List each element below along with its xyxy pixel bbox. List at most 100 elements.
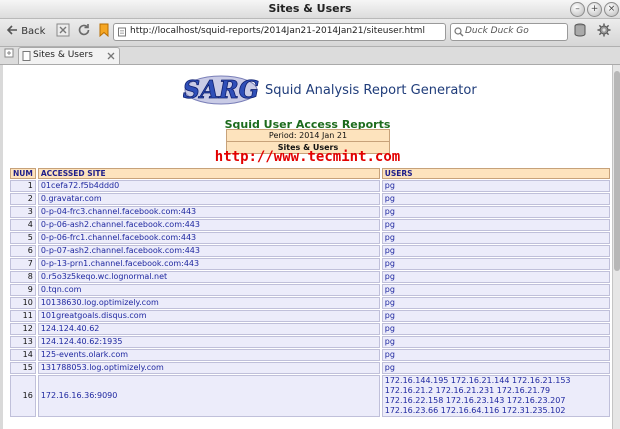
row-number: 3: [10, 206, 36, 218]
bookmark-button[interactable]: [98, 23, 110, 41]
user-link[interactable]: pg: [385, 207, 395, 216]
site-link[interactable]: 0.tqn.com: [41, 285, 82, 294]
row-site-cell: 0.tqn.com: [37, 284, 380, 296]
row-users-cell: pg: [381, 258, 610, 270]
user-link[interactable]: pg: [385, 324, 395, 333]
navigation-toolbar: Back http://localhost/squid-reports/2014…: [0, 19, 620, 47]
site-link[interactable]: 101greatgoals.disqus.com: [41, 311, 147, 320]
row-users-cell: 172.16.144.195 172.16.21.144 172.16.21.1…: [381, 375, 610, 417]
site-link[interactable]: 124.124.40.62:1935: [41, 337, 123, 346]
row-number: 15: [10, 362, 36, 374]
row-number: 9: [10, 284, 36, 296]
row-users-cell: pg: [381, 297, 610, 309]
site-link[interactable]: 0-p-07-ash2.channel.facebook.com:443: [41, 246, 200, 255]
row-number: 7: [10, 258, 36, 270]
user-link[interactable]: pg: [385, 272, 395, 281]
user-link[interactable]: pg: [385, 220, 395, 229]
user-link[interactable]: pg: [385, 350, 395, 359]
header-accessed-site: ACCESSED SITE: [37, 168, 380, 179]
window-title-bar: Sites & Users – + ×: [0, 0, 620, 19]
site-link[interactable]: 125-events.olark.com: [41, 350, 128, 359]
site-link[interactable]: 131788053.log.optimizely.com: [41, 363, 164, 372]
row-number: 2: [10, 193, 36, 205]
row-users-cell: pg: [381, 284, 610, 296]
scrollbar-thumb[interactable]: [614, 71, 620, 271]
table-row: 9 0.tqn.com pg: [10, 284, 610, 296]
row-site-cell: 0-p-06-frc1.channel.facebook.com:443: [37, 232, 380, 244]
downloads-button[interactable]: [574, 23, 586, 41]
page-icon: [118, 27, 126, 37]
new-tab-icon: [4, 48, 14, 58]
user-link[interactable]: pg: [385, 233, 395, 242]
table-header-row: NUM ACCESSED SITE USERS: [10, 168, 610, 179]
table-row: 4 0-p-06-ash2.channel.facebook.com:443 pg: [10, 219, 610, 231]
table-row: 6 0-p-07-ash2.channel.facebook.com:443 pg: [10, 245, 610, 257]
sarg-logo: SARG: [183, 75, 259, 105]
search-icon: [454, 27, 464, 37]
header-users: USERS: [381, 168, 610, 179]
site-link[interactable]: 0.gravatar.com: [41, 194, 102, 203]
user-link[interactable]: pg: [385, 246, 395, 255]
site-link[interactable]: 0-p-06-frc1.channel.facebook.com:443: [41, 233, 196, 242]
bookmark-icon: [99, 23, 109, 38]
table-row: 10 10138630.log.optimizely.com pg: [10, 297, 610, 309]
user-link[interactable]: pg: [385, 311, 395, 320]
table-row: 1 01cefa72.f5b4ddd0 pg: [10, 180, 610, 192]
tab-bar: Sites & Users: [0, 47, 620, 65]
row-site-cell: 124.124.40.62: [37, 323, 380, 335]
reload-icon: [78, 24, 90, 36]
row-site-cell: 0-p-06-ash2.channel.facebook.com:443: [37, 219, 380, 231]
table-row: 3 0-p-04-frc3.channel.facebook.com:443 pg: [10, 206, 610, 218]
table-row: 16 172.16.16.36:9090 172.16.144.195 172.16…: [10, 375, 610, 417]
user-link[interactable]: pg: [385, 298, 395, 307]
site-link[interactable]: 0.r5o3z5keqo.wc.lognormal.net: [41, 272, 167, 281]
user-link[interactable]: pg: [385, 337, 395, 346]
minimize-icon[interactable]: –: [570, 2, 585, 17]
reload-button[interactable]: [77, 23, 91, 41]
site-link[interactable]: 10138630.log.optimizely.com: [41, 298, 159, 307]
site-link[interactable]: 124.124.40.62: [41, 324, 100, 333]
table-row: 2 0.gravatar.com pg: [10, 193, 610, 205]
row-site-cell: 0.gravatar.com: [37, 193, 380, 205]
search-input[interactable]: Duck Duck Go: [450, 23, 568, 41]
url-text: http://localhost/squid-reports/2014Jan21…: [130, 26, 425, 36]
header-num: NUM: [10, 168, 36, 179]
row-users-cell: pg: [381, 271, 610, 283]
row-number: 14: [10, 349, 36, 361]
user-link[interactable]: 172.16.144.195 172.16.21.144 172.16.21.1…: [385, 376, 571, 415]
user-link[interactable]: pg: [385, 285, 395, 294]
site-link[interactable]: 01cefa72.f5b4ddd0: [41, 181, 119, 190]
site-link[interactable]: 172.16.16.36:9090: [41, 391, 118, 400]
page-content: SARG Squid Analysis Report Generator Squ…: [3, 65, 612, 429]
row-number: 1: [10, 180, 36, 192]
row-users-cell: pg: [381, 245, 610, 257]
user-link[interactable]: pg: [385, 259, 395, 268]
row-site-cell: 172.16.16.36:9090: [37, 375, 380, 417]
close-tab-icon[interactable]: [107, 52, 115, 60]
new-tab-button[interactable]: [4, 47, 14, 63]
address-bar[interactable]: http://localhost/squid-reports/2014Jan21…: [113, 23, 446, 41]
app-name: Squid Analysis Report Generator: [265, 83, 477, 98]
site-link[interactable]: 0-p-04-frc3.channel.facebook.com:443: [41, 207, 196, 216]
row-users-cell: pg: [381, 193, 610, 205]
table-row: 7 0-p-13-prn1.channel.facebook.com:443 pg: [10, 258, 610, 270]
stop-button[interactable]: [56, 23, 70, 41]
site-link[interactable]: 0-p-06-ash2.channel.facebook.com:443: [41, 220, 200, 229]
tab-sites-users[interactable]: Sites & Users: [18, 47, 120, 64]
row-users-cell: pg: [381, 206, 610, 218]
user-link[interactable]: pg: [385, 194, 395, 203]
site-link[interactable]: 0-p-13-prn1.channel.facebook.com:443: [41, 259, 199, 268]
row-users-cell: pg: [381, 232, 610, 244]
back-button[interactable]: Back: [6, 23, 45, 41]
back-arrow-icon: [6, 25, 17, 35]
row-number: 13: [10, 336, 36, 348]
menu-button[interactable]: [597, 23, 611, 41]
table-row: 13 124.124.40.62:1935 pg: [10, 336, 610, 348]
maximize-icon[interactable]: +: [587, 2, 602, 17]
vertical-scrollbar[interactable]: [612, 65, 620, 429]
row-site-cell: 0-p-13-prn1.channel.facebook.com:443: [37, 258, 380, 270]
user-link[interactable]: pg: [385, 363, 395, 372]
close-icon[interactable]: ×: [604, 2, 619, 17]
table-row: 11 101greatgoals.disqus.com pg: [10, 310, 610, 322]
user-link[interactable]: pg: [385, 181, 395, 190]
